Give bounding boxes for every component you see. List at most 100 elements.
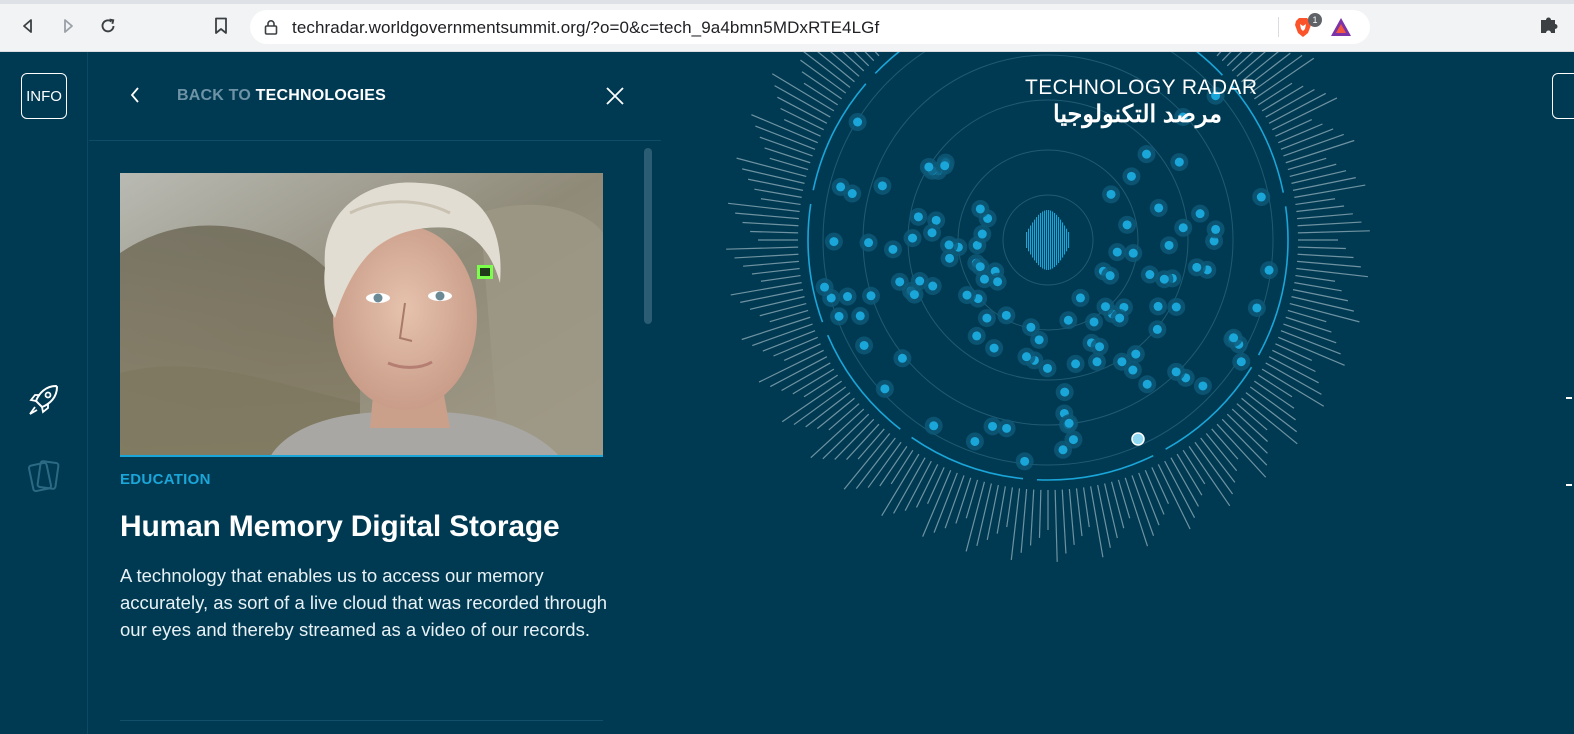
- radar-label-texture: [1295, 198, 1336, 206]
- brave-rewards-icon[interactable]: [1330, 16, 1352, 38]
- radar-label-texture: [1151, 467, 1170, 505]
- radar-label-texture: [771, 73, 835, 112]
- radar-label-texture: [759, 136, 813, 157]
- radar-blip: [1159, 274, 1169, 284]
- radar-blip: [909, 290, 919, 300]
- radar-label-texture: [881, 453, 920, 517]
- radar-blip: [888, 244, 898, 254]
- radar-label-texture: [1164, 460, 1196, 518]
- radar-graphic[interactable]: [661, 52, 1574, 734]
- radar-label-texture: [803, 82, 839, 106]
- radar-label-texture: [1245, 392, 1298, 433]
- technology-radar[interactable]: TECHNOLOGY RADAR مرصد التكنولوجيا: [661, 52, 1574, 734]
- radar-blip: [1042, 363, 1052, 373]
- back-target: TECHNOLOGIES: [255, 87, 387, 104]
- back-to-technologies-link[interactable]: BACK TO TECHNOLOGIES: [177, 87, 386, 105]
- radar-label-texture: [1006, 487, 1014, 528]
- zoom-tick: [1566, 397, 1572, 399]
- radar-label-texture: [1291, 296, 1354, 312]
- bookmark-icon[interactable]: [209, 14, 233, 38]
- radar-blip: [866, 291, 876, 301]
- section-divider: [120, 720, 603, 721]
- radar-blip: [1171, 302, 1181, 312]
- close-icon[interactable]: [603, 84, 627, 108]
- radar-label-texture: [890, 449, 914, 485]
- radar-blip: [972, 331, 982, 341]
- radar-label-texture: [728, 202, 800, 213]
- radar-blip: [970, 436, 980, 446]
- radar-label-texture: [780, 107, 824, 131]
- radar-blip: [988, 421, 998, 431]
- radar-label-texture: [1297, 260, 1361, 268]
- radar-blip: [945, 253, 955, 263]
- radar-blip: [977, 229, 987, 239]
- radar-center-wave: [1064, 225, 1066, 255]
- radar-blip: [1153, 301, 1163, 311]
- radar-label-texture: [1257, 374, 1293, 398]
- radar-label-texture: [853, 52, 870, 67]
- radar-label-texture: [762, 330, 816, 352]
- radar-label-texture: [1029, 489, 1035, 546]
- radar-blip: [982, 313, 992, 323]
- radar-label-texture: [1296, 267, 1368, 278]
- radar-label-texture: [1297, 221, 1362, 227]
- radar-center-wave: [1046, 210, 1048, 270]
- rocket-icon[interactable]: [26, 382, 62, 420]
- radar-blip: [1112, 247, 1122, 257]
- radar-blip: [1126, 171, 1136, 181]
- radar-blip: [1198, 381, 1208, 391]
- radar-label-texture: [1144, 470, 1165, 515]
- radar-blip: [1075, 293, 1085, 303]
- radar-blip: [989, 343, 999, 353]
- radar-blip: [1252, 303, 1262, 313]
- radar-center-wave: [1040, 212, 1042, 268]
- radar-blip: [1095, 342, 1105, 352]
- radar-label-texture: [1090, 486, 1104, 558]
- radar-blip: [864, 238, 874, 248]
- language-toggle-button[interactable]: [1552, 73, 1574, 119]
- radar-label-texture: [783, 343, 821, 362]
- panel-scrollbar[interactable]: [644, 148, 652, 324]
- back-icon[interactable]: [16, 14, 40, 38]
- address-bar[interactable]: techradar.worldgovernmentsummit.org/?o=0…: [250, 10, 1370, 44]
- radar-blip: [1105, 271, 1115, 281]
- radar-blip: [1145, 270, 1155, 280]
- radar-blip: [1001, 310, 1011, 320]
- radar-center-wave: [1042, 211, 1044, 269]
- radar-label-texture: [754, 188, 802, 198]
- radar-label-texture: [976, 483, 992, 546]
- radar-blip: [1020, 456, 1030, 466]
- radar-center-wave: [1032, 222, 1034, 258]
- radar-center-wave: [1056, 214, 1058, 266]
- forward-icon[interactable]: [56, 14, 80, 38]
- radar-label-texture: [1226, 413, 1268, 454]
- radar-center-wave: [1062, 222, 1064, 258]
- radar-center-wave: [1030, 225, 1032, 255]
- radar-label-texture: [736, 157, 807, 178]
- radar-blip: [1131, 349, 1141, 359]
- radar-blip: [915, 276, 925, 286]
- radar-blip: [1060, 387, 1070, 397]
- back-prefix: BACK TO: [177, 87, 256, 104]
- radar-center-wave: [1060, 219, 1062, 261]
- radar-label-texture: [726, 246, 799, 250]
- extensions-icon[interactable]: [1538, 14, 1560, 36]
- technology-hero-image: [120, 173, 603, 457]
- radar-blip: [843, 292, 853, 302]
- info-button[interactable]: INFO: [21, 73, 67, 119]
- radar-center-wave: [1038, 214, 1040, 266]
- radar-blip: [1115, 313, 1125, 323]
- reload-icon[interactable]: [96, 14, 120, 38]
- chevron-left-icon[interactable]: [127, 84, 143, 106]
- radar-label-texture: [1297, 213, 1353, 220]
- radar-blip: [1195, 209, 1205, 219]
- radar-blip: [962, 290, 972, 300]
- cards-icon[interactable]: [26, 456, 62, 494]
- radar-label-texture: [1157, 464, 1191, 530]
- radar-label-texture: [1272, 349, 1316, 373]
- radar-blip: [1071, 359, 1081, 369]
- radar-center-wave: [1034, 219, 1036, 261]
- radar-label-texture: [1221, 418, 1268, 466]
- url-text: techradar.worldgovernmentsummit.org/?o=0…: [292, 18, 880, 37]
- radar-blip: [1106, 189, 1116, 199]
